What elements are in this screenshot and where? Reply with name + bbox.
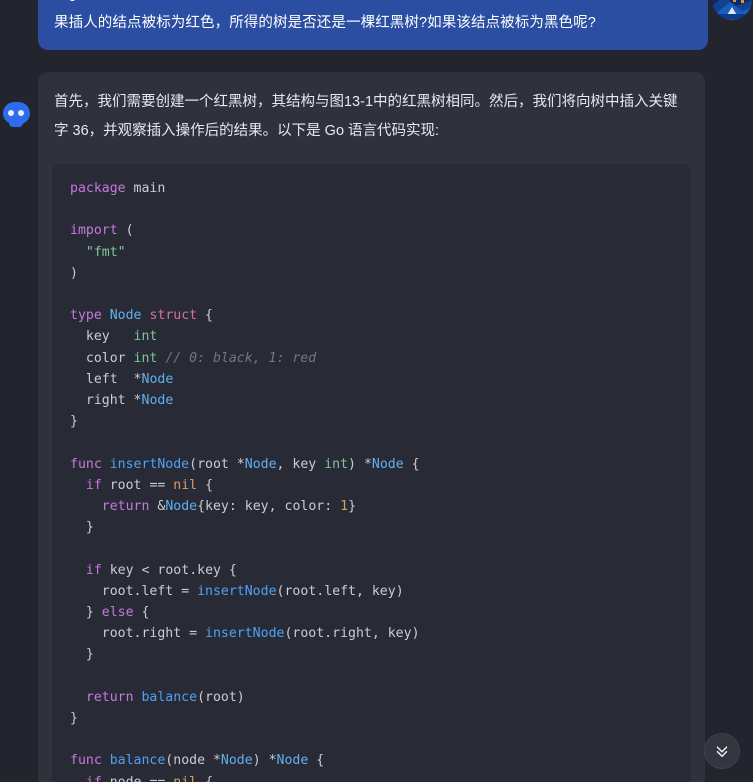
code-block[interactable]: package main import ( "fmt" ) type Node … xyxy=(52,164,691,782)
bot-eye-left xyxy=(8,110,14,116)
assistant-intro-text: 首先，我们需要创建一个红黑树，其结构与图13-1中的红黑树相同。然后，我们将向树… xyxy=(54,94,678,139)
assistant-message-bubble: 首先，我们需要创建一个红黑树，其结构与图13-1中的红黑树相同。然后，我们将向树… xyxy=(38,72,705,782)
chevron-double-down-icon xyxy=(713,742,731,760)
scroll-to-bottom-button[interactable] xyxy=(704,733,740,769)
chat-scroll-container[interactable]: 用go语言，对图13-1中的红黑树，画出对其调用TREE-INSERT 操作插人… xyxy=(0,0,753,782)
user-message-bubble: 用go语言，对图13-1中的红黑树，画出对其调用TREE-INSERT 操作插人… xyxy=(38,0,708,50)
user-avatar[interactable] xyxy=(712,0,752,20)
assistant-message-row: 首先，我们需要创建一个红黑树，其结构与图13-1中的红黑树相同。然后，我们将向树… xyxy=(0,72,753,782)
user-message-text: 用go语言，对图13-1中的红黑树，画出对其调用TREE-INSERT 操作插人… xyxy=(54,0,678,31)
bot-eye-right xyxy=(18,110,24,116)
bot-head-shape xyxy=(2,102,30,124)
code-content: package main import ( "fmt" ) type Node … xyxy=(70,181,420,782)
bot-avatar-icon xyxy=(1,98,31,128)
